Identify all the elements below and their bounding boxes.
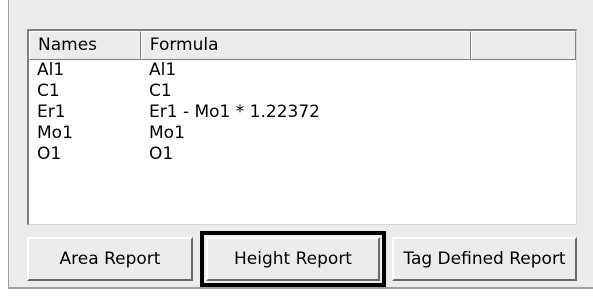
list-item[interactable]: C1 C1 [29,81,576,102]
row-formula: O1 [149,144,174,164]
report-panel: Names Formula Al1 Al1 C1 C1 Er1 Er1 - Mo… [8,0,593,289]
tag-defined-report-button[interactable]: Tag Defined Report [392,237,577,281]
list-item[interactable]: Al1 Al1 [29,60,576,81]
formula-list[interactable]: Names Formula Al1 Al1 C1 C1 Er1 Er1 - Mo… [27,29,577,225]
area-report-button[interactable]: Area Report [27,237,193,281]
row-name: Mo1 [37,123,73,143]
list-item[interactable]: Mo1 Mo1 [29,123,576,144]
list-rows: Al1 Al1 C1 C1 Er1 Er1 - Mo1 * 1.22372 Mo… [29,60,576,165]
row-name: O1 [37,144,62,164]
row-formula: Mo1 [149,123,185,143]
row-name: C1 [37,81,60,101]
column-header-names[interactable]: Names [29,31,141,60]
row-formula: Er1 - Mo1 * 1.22372 [149,102,320,122]
row-name: Er1 [37,102,66,122]
list-header: Names Formula [29,31,576,60]
list-item[interactable]: Er1 Er1 - Mo1 * 1.22372 [29,102,576,123]
row-formula: C1 [149,81,172,101]
list-item[interactable]: O1 O1 [29,144,576,165]
column-header-empty[interactable] [471,31,576,60]
row-name: Al1 [37,60,65,80]
height-report-button[interactable]: Height Report [200,231,386,287]
column-header-formula[interactable]: Formula [140,31,472,60]
row-formula: Al1 [149,60,177,80]
